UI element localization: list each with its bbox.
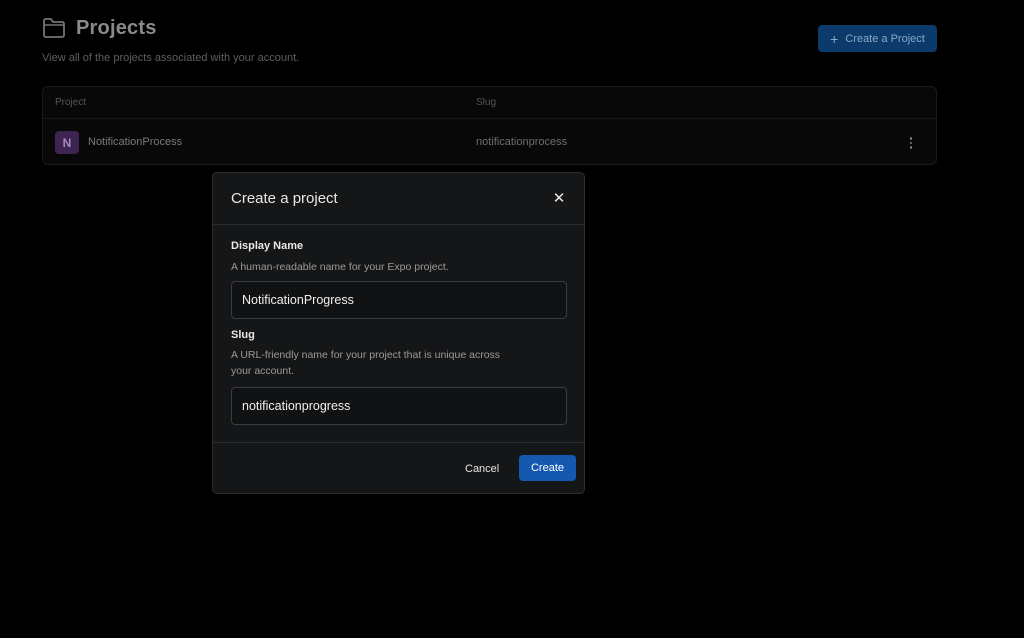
create-project-label: Create a Project (845, 32, 925, 45)
display-name-input[interactable] (231, 281, 567, 319)
page-title: Projects (76, 16, 157, 39)
close-icon[interactable]: ✕ (550, 189, 568, 207)
create-project-button[interactable]: + Create a Project (818, 25, 937, 52)
menu-dot (909, 146, 913, 149)
folder-icon (43, 18, 65, 38)
table-header: Project Slug (43, 87, 936, 119)
dialog-body: Display Name A human-readable name for y… (213, 225, 584, 443)
menu-dot (909, 141, 913, 145)
projects-page: Projects View all of the projects associ… (0, 0, 1024, 638)
display-name-help: A human-readable name for your Expo proj… (231, 261, 449, 273)
slug-label: Slug (231, 329, 255, 341)
page-header: Projects View all of the projects associ… (42, 14, 937, 74)
dialog-footer: Cancel Create (213, 442, 584, 493)
column-header-project: Project (55, 97, 87, 108)
display-name-label: Display Name (231, 240, 304, 252)
dialog-title: Create a project (231, 190, 338, 207)
project-slug: notificationprocess (476, 136, 568, 148)
slug-help: A URL-friendly name for your project tha… (231, 347, 531, 379)
menu-dot (909, 137, 913, 140)
slug-help-line-1: A URL-friendly name for your project tha… (231, 349, 501, 361)
cancel-button[interactable]: Cancel (461, 456, 503, 481)
table-row[interactable]: N NotificationProcess notificationproces… (43, 119, 936, 164)
project-avatar: N (55, 131, 79, 154)
page-subtitle: View all of the projects associated with… (42, 52, 300, 64)
create-project-dialog: Create a project ✕ Display Name A human-… (212, 172, 585, 494)
column-header-slug: Slug (476, 97, 497, 108)
slug-help-line-2: your account. (231, 365, 295, 377)
dialog-header: Create a project ✕ (213, 173, 584, 225)
project-name[interactable]: NotificationProcess (88, 136, 182, 148)
plus-icon: + (830, 30, 839, 47)
create-button[interactable]: Create (519, 455, 576, 481)
more-vertical-icon[interactable] (907, 133, 915, 153)
slug-input[interactable] (231, 387, 567, 425)
title-row: Projects (42, 14, 937, 42)
projects-table: Project Slug N NotificationProcess notif… (42, 86, 937, 165)
